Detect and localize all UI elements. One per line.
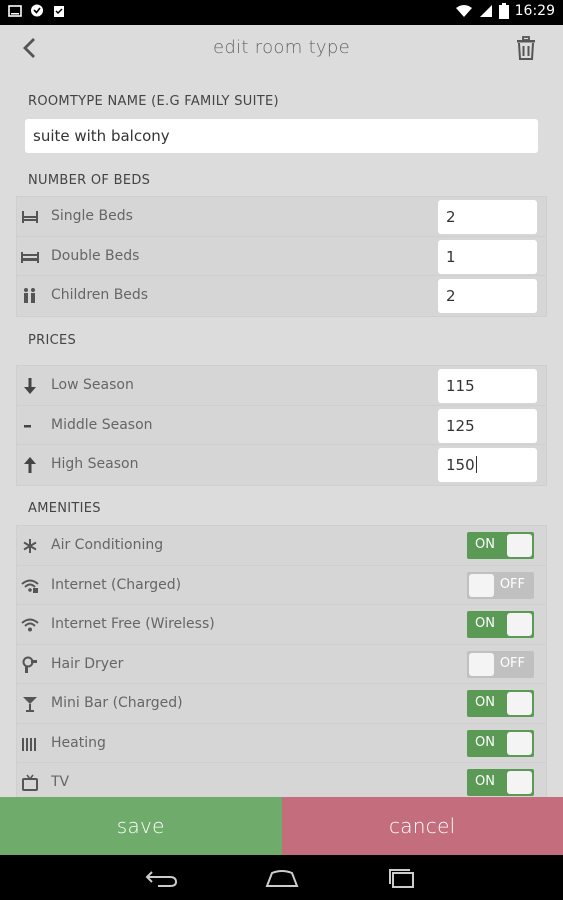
amenities-section-label: AMENITIES (28, 501, 101, 516)
single-beds-input[interactable]: 2 (438, 200, 537, 234)
wifi-icon (21, 618, 39, 632)
amenities-group: Air Conditioning ON Internet (Charged) O… (16, 525, 547, 804)
high-season-input[interactable]: 150 (438, 448, 537, 482)
amenity-row-internet-free: Internet Free (Wireless) ON (17, 605, 546, 645)
nav-back-icon[interactable] (144, 867, 180, 889)
amenity-row-hair-dryer: Hair Dryer OFF (17, 645, 546, 684)
snowflake-icon (23, 539, 37, 553)
toggle-state: ON (475, 774, 495, 789)
arrow-up-icon (24, 457, 36, 473)
cocktail-icon (23, 697, 37, 712)
hair-dryer-icon (22, 656, 37, 673)
single-bed-icon (22, 211, 38, 223)
toggle-knob (507, 771, 532, 794)
cell-signal-icon (479, 5, 492, 17)
chat-icon (31, 4, 43, 17)
toggle-state: ON (475, 734, 495, 750)
internet-free-toggle[interactable]: ON (467, 611, 534, 638)
toggle-knob (469, 573, 494, 597)
page-title: edit room type (213, 37, 350, 58)
amenity-label: Mini Bar (Charged) (51, 695, 183, 711)
amenity-label: Internet Free (Wireless) (51, 616, 215, 632)
action-bar: save cancel (0, 797, 563, 855)
price-label: Low Season (51, 377, 134, 393)
prices-section-label: PRICES (28, 333, 77, 348)
arrow-down-icon (24, 378, 36, 394)
app-header: edit room type (0, 25, 563, 71)
prices-group: Low Season 115 Middle Season 125 High Se… (16, 365, 547, 486)
toggle-knob (507, 692, 532, 715)
beds-group: Single Beds 2 Double Beds 1 Children Bed… (16, 196, 547, 317)
amenity-label: TV (51, 774, 70, 790)
status-bar: 16:29 (0, 0, 563, 25)
amenity-label: Hair Dryer (51, 655, 124, 672)
amenity-row-heating: Heating ON (17, 724, 546, 763)
double-bed-icon (21, 251, 39, 263)
amenity-row-internet-charged: Internet (Charged) OFF (17, 566, 546, 605)
price-label: Middle Season (51, 416, 153, 433)
amenity-label: Heating (51, 734, 106, 751)
toggle-state: ON (475, 695, 495, 710)
bed-label: Single Beds (51, 208, 133, 224)
toggle-state: OFF (499, 655, 525, 671)
mini-bar-toggle[interactable]: ON (467, 690, 534, 717)
bed-label: Children Beds (51, 287, 149, 303)
price-label: High Season (51, 456, 139, 472)
nav-home-icon[interactable] (264, 867, 300, 889)
children-beds-input[interactable]: 2 (438, 279, 537, 313)
air-conditioning-toggle[interactable]: ON (467, 532, 534, 559)
price-row-low: Low Season 115 (17, 366, 546, 406)
toggle-state: ON (475, 537, 495, 552)
nav-recents-icon[interactable] (384, 867, 420, 889)
children-icon (24, 288, 35, 303)
tv-toggle[interactable]: ON (467, 769, 534, 796)
system-nav-bar (0, 855, 563, 900)
amenity-row-mini-bar: Mini Bar (Charged) ON (17, 684, 546, 724)
price-row-high: High Season 150 (17, 445, 546, 485)
trash-icon[interactable] (513, 35, 539, 61)
cancel-button[interactable]: cancel (281, 797, 563, 855)
low-season-input[interactable]: 115 (438, 369, 537, 403)
internet-charged-toggle[interactable]: OFF (467, 571, 534, 599)
bed-row-double: Double Beds 1 (17, 237, 546, 276)
beds-section-label: NUMBER OF BEDS (28, 173, 151, 188)
clock: 16:29 (514, 3, 555, 19)
heating-toggle[interactable]: ON (467, 729, 534, 757)
bed-row-children: Children Beds 2 (17, 276, 546, 316)
roomtype-label: ROOMTYPE NAME (E.G FAMILY SUITE) (28, 94, 279, 109)
minus-icon (24, 424, 31, 427)
hair-dryer-toggle[interactable]: OFF (467, 650, 534, 678)
toggle-state: OFF (499, 576, 525, 592)
wifi-charged-icon (21, 579, 39, 593)
clipboard-icon (54, 6, 64, 17)
toggle-knob (507, 613, 532, 636)
toggle-knob (507, 731, 532, 755)
amenity-row-air-conditioning: Air Conditioning ON (17, 526, 546, 566)
bed-label: Double Beds (51, 247, 140, 264)
toggle-knob (469, 652, 494, 676)
roomtype-name-input[interactable]: suite with balcony (25, 119, 538, 153)
double-beds-input[interactable]: 1 (438, 239, 537, 274)
text-cursor (475, 456, 477, 473)
screenshot-icon (8, 5, 22, 17)
middle-season-input[interactable]: 125 (438, 408, 537, 443)
price-row-middle: Middle Season 125 (17, 406, 546, 445)
heater-icon (22, 737, 36, 751)
battery-icon (498, 3, 509, 19)
amenity-label: Air Conditioning (51, 537, 164, 553)
high-season-value: 150 (446, 456, 475, 474)
toggle-knob (507, 534, 532, 557)
amenity-label: Internet (Charged) (51, 576, 182, 593)
tv-icon (22, 774, 38, 791)
toggle-state: ON (475, 616, 495, 631)
save-button[interactable]: save (0, 797, 282, 855)
bed-row-single: Single Beds 2 (17, 197, 546, 237)
wifi-signal-icon (455, 5, 472, 17)
